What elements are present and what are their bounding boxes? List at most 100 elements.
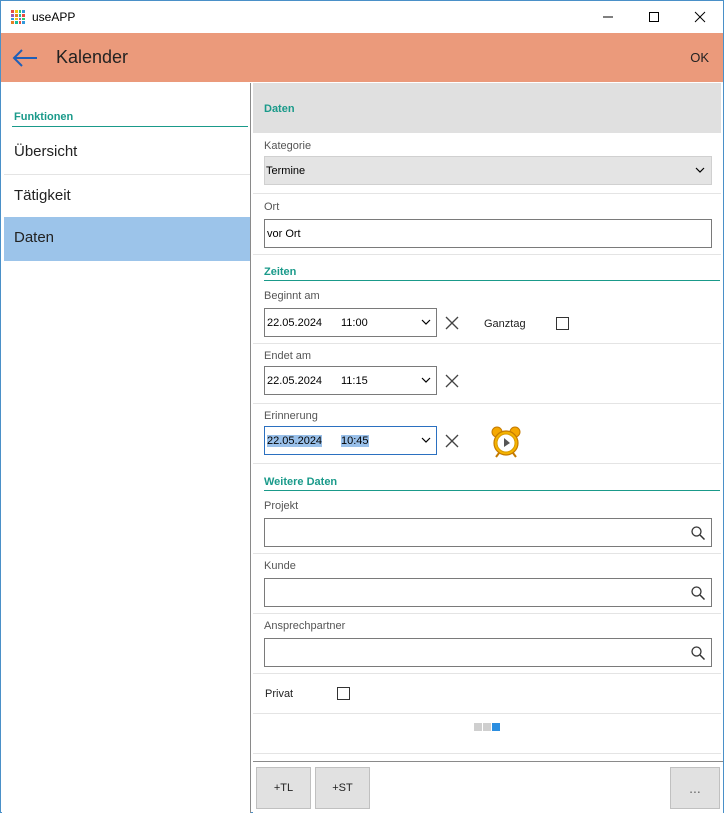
search-icon[interactable] [690,585,706,601]
app-logo-tile [22,21,25,24]
kategorie-value: Termine [266,165,306,177]
section-title: Daten [264,103,295,115]
app-logo-tile [18,17,22,21]
kategorie-label: Kategorie [264,140,312,152]
chevron-down-icon [421,377,431,383]
projekt-input[interactable] [264,518,712,547]
ort-input[interactable]: vor Ort [264,219,712,248]
app-logo-tile [22,17,25,21]
divider [253,553,721,554]
privat-label: Privat [265,688,294,700]
add-tl-button[interactable]: +TL [256,767,311,809]
page-dot[interactable] [474,723,482,731]
clear-beginnt-icon[interactable] [444,315,460,331]
weitere-daten-heading: Weitere Daten [264,476,338,488]
divider [253,463,721,464]
app-logo-tile [11,17,14,21]
erinnerung-date: 22.05.2024 [267,435,323,447]
beginnt-label: Beginnt am [264,290,320,302]
divider [253,753,721,754]
search-icon[interactable] [690,645,706,661]
ort-label: Ort [264,201,280,213]
search-icon[interactable] [690,525,706,541]
close-button[interactable] [677,1,723,33]
bottom-toolbar: +TL +ST ... [253,761,723,813]
title-bar: useAPP [1,1,723,33]
app-logo-tile [14,13,18,17]
sidebar-item-label: Daten [14,229,55,246]
app-logo-tile [11,21,14,24]
page-dot[interactable] [483,723,491,731]
endet-time: 11:15 [341,375,368,387]
app-logo-tile [18,21,22,24]
divider [253,673,721,674]
beginnt-datetime-picker[interactable]: 22.05.2024 11:00 [264,308,437,337]
erinnerung-time: 10:45 [341,435,369,447]
clear-erinnerung-icon[interactable] [444,433,460,449]
back-button[interactable] [9,45,41,71]
divider [253,613,721,614]
sidebar-item-label: Übersicht [14,143,78,160]
zeiten-heading: Zeiten [264,266,297,278]
sidebar: Funktionen Übersicht Tätigkeit Daten [2,83,251,813]
divider [253,343,721,344]
divider [253,193,721,194]
app-logo-icon [11,10,25,24]
privat-checkbox[interactable] [337,687,350,700]
kunde-input[interactable] [264,578,712,607]
app-header: Kalender OK [1,33,723,82]
projekt-label: Projekt [264,500,299,512]
ansprechpartner-label: Ansprechpartner [264,620,346,632]
minimize-icon [603,16,613,18]
page-title: Kalender [56,47,129,67]
ganztag-checkbox[interactable] [556,317,569,330]
page-dot[interactable] [492,723,500,731]
divider [253,254,721,255]
ganztag-label: Ganztag [484,318,526,330]
sidebar-item-daten[interactable]: Daten [4,217,250,261]
minimize-button[interactable] [585,1,631,33]
beginnt-date: 22.05.2024 [267,317,323,329]
ok-button[interactable]: OK [690,50,709,65]
erinnerung-label: Erinnerung [264,410,318,422]
chevron-down-icon [421,437,431,443]
close-icon [694,11,706,23]
app-window: useAPP Kalender OK Funktionen Übersicht … [0,0,724,813]
endet-date: 22.05.2024 [267,375,323,387]
app-logo-tile [18,10,22,13]
app-logo-tile [22,13,25,17]
app-logo-tile [11,13,14,17]
erinnerung-datetime-picker[interactable]: 22.05.2024 10:45 [264,426,437,455]
sidebar-heading-divider [12,126,248,127]
app-logo-tile [14,10,18,13]
app-logo-tile [18,13,22,17]
more-button[interactable]: ... [670,767,720,809]
maximize-button[interactable] [631,1,677,33]
app-logo-tile [22,10,25,13]
ansprechpartner-input[interactable] [264,638,712,667]
clear-endet-icon[interactable] [444,373,460,389]
chevron-down-icon [695,167,705,173]
app-logo-tile [14,17,18,21]
main-content: Daten Kategorie Termine Ort vor Ort Zeit… [253,83,723,761]
sidebar-item-uebersicht[interactable]: Übersicht [4,131,250,175]
divider [253,713,721,714]
kategorie-select[interactable]: Termine [264,156,712,185]
back-arrow-icon [12,49,37,67]
kunde-label: Kunde [264,560,296,572]
beginnt-time: 11:00 [341,317,368,329]
chevron-down-icon [421,319,431,325]
add-st-button[interactable]: +ST [315,767,370,809]
page-indicator [474,723,500,731]
window-title: useAPP [32,10,76,24]
alarm-clock-icon[interactable] [490,426,522,458]
divider [253,403,721,404]
endet-label: Endet am [264,350,312,362]
sidebar-item-taetigkeit[interactable]: Tätigkeit [4,175,250,219]
app-logo-tile [11,10,14,13]
weitere-daten-divider [264,490,720,491]
app-logo-tile [14,21,18,24]
maximize-icon [649,12,659,22]
ort-value: vor Ort [267,228,301,240]
endet-datetime-picker[interactable]: 22.05.2024 11:15 [264,366,437,395]
